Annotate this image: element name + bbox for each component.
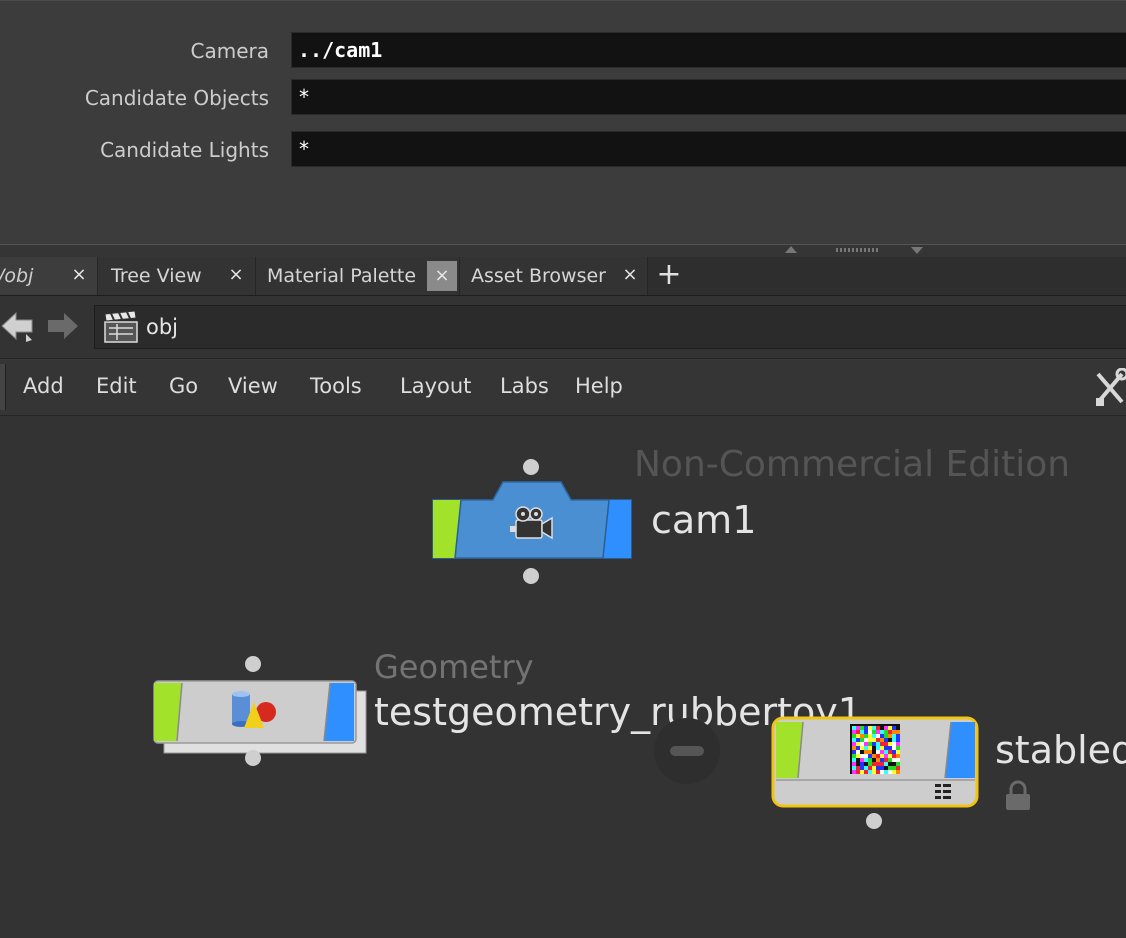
path-bar: obj xyxy=(0,296,1126,359)
add-tab-icon[interactable]: + xyxy=(652,259,686,293)
forward-arrow-icon[interactable] xyxy=(44,310,80,342)
tab-material-palette-close-icon[interactable]: × xyxy=(427,261,457,291)
candidate-lights-field[interactable]: * xyxy=(291,131,1126,167)
menu-tools[interactable]: Tools xyxy=(310,374,362,398)
clapperboard-icon xyxy=(103,310,139,344)
path-segment-obj[interactable]: obj xyxy=(146,315,178,339)
geometry-shapes-icon xyxy=(228,686,280,732)
cam1-output-port[interactable] xyxy=(523,568,539,584)
tab-tree-view-close-icon[interactable]: × xyxy=(225,264,247,286)
collapse-up-icon[interactable] xyxy=(785,246,797,253)
candidate-lights-label: Candidate Lights xyxy=(100,138,269,162)
menu-view[interactable]: View xyxy=(228,374,278,398)
wrench-tools-icon[interactable] xyxy=(1094,367,1126,408)
splitter-grip-icon[interactable] xyxy=(836,248,878,252)
menu-add[interactable]: Add xyxy=(23,374,64,398)
non-commercial-watermark: Non-Commercial Edition xyxy=(634,444,1071,485)
stabled-node-name[interactable]: stabled xyxy=(995,728,1126,772)
back-arrow-icon[interactable] xyxy=(0,310,36,342)
menu-bar-handle[interactable] xyxy=(0,364,6,410)
candidate-objects-label: Candidate Objects xyxy=(84,86,269,110)
tab-obj[interactable]: /obj × xyxy=(0,257,98,295)
pane-tab-bar: /obj × Tree View × Material Palette × As… xyxy=(0,257,1126,296)
camera-icon xyxy=(506,504,558,544)
menu-help[interactable]: Help xyxy=(575,374,623,398)
tab-asset-browser-close-icon[interactable]: × xyxy=(619,264,641,286)
tab-material-palette[interactable]: Material Palette × xyxy=(256,257,460,295)
tab-asset-browser-label: Asset Browser xyxy=(471,265,606,287)
tab-obj-label: /obj xyxy=(0,265,34,287)
minus-circle-icon[interactable] xyxy=(652,716,722,786)
menu-go[interactable]: Go xyxy=(169,374,198,398)
stabled-output-port[interactable] xyxy=(866,813,882,829)
tab-tree-view[interactable]: Tree View × xyxy=(98,257,256,295)
geo-node-type: Geometry xyxy=(374,648,534,686)
network-menu-bar: Add Edit Go View Tools Layout Labs Help xyxy=(0,360,1126,416)
pane-splitter[interactable] xyxy=(0,244,1126,258)
menu-labs[interactable]: Labs xyxy=(500,374,549,398)
collapse-down-icon[interactable] xyxy=(911,247,923,254)
candidate-objects-field[interactable]: * xyxy=(291,79,1126,115)
tab-material-palette-label: Material Palette xyxy=(267,265,417,287)
menu-layout[interactable]: Layout xyxy=(400,374,471,398)
camera-field[interactable]: ../cam1 xyxy=(291,32,1126,68)
network-path-field[interactable]: obj xyxy=(94,305,1126,349)
noise-texture-icon xyxy=(850,724,900,774)
tab-asset-browser[interactable]: Asset Browser × xyxy=(460,257,648,295)
parameter-panel: Camera ../cam1 Candidate Objects * Candi… xyxy=(0,0,1126,245)
network-editor[interactable]: Non-Commercial Edition cam1 Geometry tes… xyxy=(0,416,1126,938)
lock-icon[interactable] xyxy=(1004,780,1032,812)
geo-output-port[interactable] xyxy=(245,750,261,766)
camera-label: Camera xyxy=(190,39,270,63)
geo-input-port[interactable] xyxy=(245,656,261,672)
tab-obj-close-icon[interactable]: × xyxy=(68,264,90,286)
cam1-input-port[interactable] xyxy=(523,459,539,475)
tab-tree-view-label: Tree View xyxy=(111,265,202,287)
cam1-node-name[interactable]: cam1 xyxy=(651,498,756,542)
menu-edit[interactable]: Edit xyxy=(96,374,137,398)
